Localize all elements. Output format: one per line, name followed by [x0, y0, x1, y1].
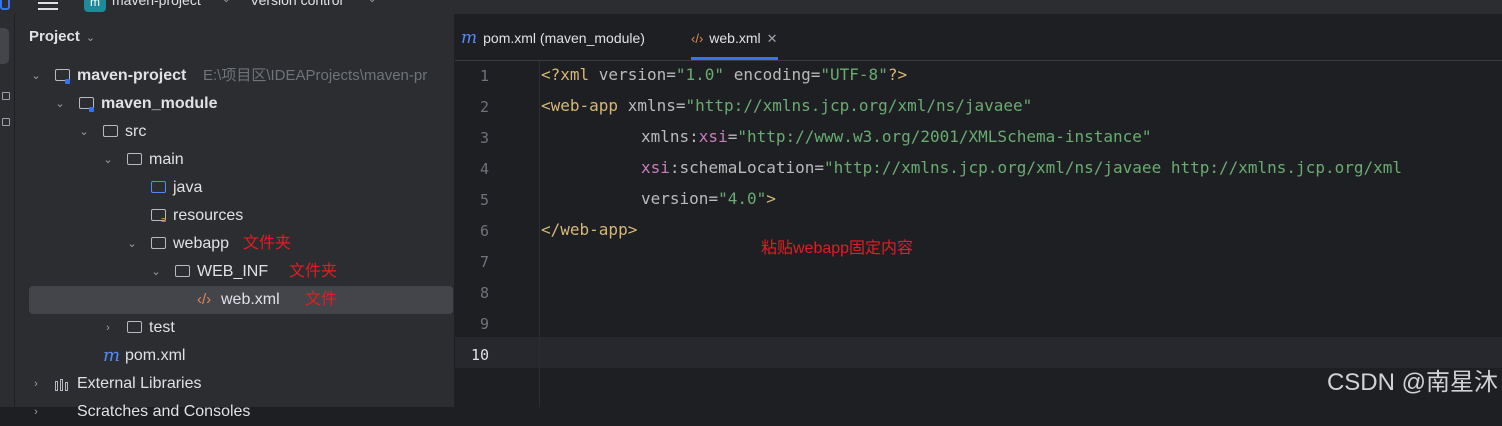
project-tool-button[interactable]	[0, 28, 9, 64]
tree-item-label: test	[149, 319, 175, 336]
maven-file-icon: m	[103, 345, 121, 366]
line-number: 5	[479, 191, 489, 209]
line-number-gutter: 1 2 3 4 5 6 7 8 9 10	[455, 61, 540, 407]
tab-pom-xml[interactable]: m pom.xml (maven_module)	[461, 14, 645, 60]
tool-window-strip	[0, 14, 15, 407]
tree-item-web-xml[interactable]: ‹/› web.xml 文件	[29, 286, 453, 314]
tree-item-java[interactable]: java	[15, 174, 454, 202]
xml-file-icon: ‹/›	[691, 31, 704, 46]
project-badge[interactable]: m	[84, 0, 106, 12]
line-number: 3	[479, 129, 489, 147]
tree-item-test[interactable]: › test	[15, 314, 454, 342]
line-number: 7	[479, 253, 489, 271]
project-panel: Project ⌄ ⌄ maven-project E:\项目区\IDEAProj…	[15, 14, 454, 420]
chevron-right-icon[interactable]: ›	[31, 370, 41, 398]
chevron-down-icon[interactable]: ⌄	[127, 230, 137, 258]
xml-file-icon: ‹/›	[197, 291, 212, 308]
project-path: E:\项目区\IDEAProjects\maven-pr	[203, 67, 428, 84]
folder-icon	[127, 321, 142, 333]
line-number: 2	[479, 98, 489, 116]
version-control-menu[interactable]: Version control	[250, 0, 343, 8]
annotation-folder: 文件夹	[243, 235, 292, 252]
tab-web-xml[interactable]: ‹/› web.xml ✕	[691, 14, 778, 60]
tree-item-label: src	[125, 123, 147, 140]
editor-tab-bar: m pom.xml (maven_module) ‹/› web.xml ✕	[455, 14, 1502, 61]
app-logo-icon	[0, 0, 10, 10]
tree-item-label: WEB_INF	[197, 263, 269, 280]
tree-item-label: External Libraries	[77, 375, 202, 392]
tree-item-label: maven-project	[77, 67, 187, 84]
tree-item-web-inf[interactable]: ⌄ WEB_INF 文件夹	[15, 258, 454, 286]
editor-area: m pom.xml (maven_module) ‹/› web.xml ✕ 1 2 …	[455, 14, 1502, 407]
tree-item-label: Scratches and Consoles	[77, 403, 251, 420]
title-bar: m maven-project ⌄ Version control ⌄	[0, 0, 1502, 14]
tree-item-resources[interactable]: ≡ resources	[15, 202, 454, 230]
folder-icon	[175, 265, 190, 277]
chevron-right-icon[interactable]: ›	[31, 398, 41, 426]
main-menu-icon[interactable]	[38, 0, 58, 14]
module-badge-icon	[89, 107, 94, 112]
chevron-down-icon: ⌄	[85, 32, 96, 44]
tree-item-scratches[interactable]: › Scratches and Consoles	[15, 398, 454, 426]
annotation-paste-content: 粘贴webapp固定内容	[761, 240, 914, 257]
tree-item-src[interactable]: ⌄ src	[15, 118, 454, 146]
chevron-down-icon[interactable]: ⌄	[222, 0, 230, 5]
tree-item-pom-xml[interactable]: m pom.xml	[15, 342, 454, 370]
tree-item-label: webapp	[173, 235, 230, 252]
code-line-4[interactable]: xsi:schemaLocation="http://xmlns.jcp.org…	[641, 152, 1402, 183]
resources-badge-icon: ≡	[161, 215, 167, 225]
commit-tool-icon[interactable]	[2, 92, 10, 100]
watermark: CSDN @南星沐	[1326, 369, 1498, 396]
chevron-down-icon[interactable]: ⌄	[368, 0, 376, 5]
line-number: 1	[479, 67, 489, 85]
tree-item-label: java	[173, 179, 203, 196]
source-folder-icon	[151, 181, 166, 193]
tree-item-label: maven_module	[101, 95, 218, 112]
line-number: 6	[479, 222, 489, 240]
project-panel-title[interactable]: Project ⌄	[29, 28, 95, 45]
library-icon	[55, 379, 70, 391]
tab-label: web.xml	[709, 30, 761, 46]
panel-title-label: Project	[29, 28, 80, 45]
line-number: 4	[479, 160, 489, 178]
close-icon[interactable]: ✕	[767, 31, 778, 46]
maven-file-icon: m	[461, 28, 478, 48]
folder-icon	[103, 125, 118, 137]
tree-item-webapp[interactable]: ⌄ webapp 文件夹	[15, 230, 454, 258]
chevron-right-icon[interactable]: ›	[103, 314, 113, 342]
chevron-down-icon[interactable]: ⌄	[103, 146, 113, 174]
tree-item-main[interactable]: ⌄ main	[15, 146, 454, 174]
tab-label: pom.xml (maven_module)	[483, 30, 645, 46]
chevron-down-icon[interactable]: ⌄	[151, 258, 161, 286]
structure-tool-icon[interactable]	[2, 118, 10, 126]
chevron-down-icon[interactable]: ⌄	[31, 62, 41, 90]
module-badge-icon	[65, 79, 70, 84]
code-line-2[interactable]: <web-app xmlns="http://xmlns.jcp.org/xml…	[541, 90, 1032, 121]
tree-item-label: pom.xml	[125, 347, 186, 364]
code-line-6[interactable]: </web-app>	[541, 214, 637, 245]
tree-item-label: web.xml	[221, 291, 280, 308]
line-number: 8	[479, 284, 489, 302]
project-switcher[interactable]: maven-project	[112, 0, 201, 8]
tree-item-maven-module[interactable]: ⌄ maven_module	[15, 90, 454, 118]
code-line-1[interactable]: <?xml version="1.0" encoding="UTF-8"?>	[541, 59, 907, 90]
tree-item-external-libraries[interactable]: › External Libraries	[15, 370, 454, 398]
chevron-down-icon[interactable]: ⌄	[55, 90, 65, 118]
line-number: 10	[470, 346, 489, 364]
folder-icon	[151, 237, 166, 249]
annotation-file: 文件	[305, 291, 338, 308]
tree-item-label: resources	[173, 207, 244, 224]
tree-item-maven-project[interactable]: ⌄ maven-project E:\项目区\IDEAProjects\mave…	[15, 62, 454, 90]
folder-icon	[127, 153, 142, 165]
code-line-3[interactable]: xmlns:xsi="http://www.w3.org/2001/XMLSch…	[641, 121, 1152, 152]
line-number: 9	[479, 315, 489, 333]
annotation-folder: 文件夹	[289, 263, 338, 280]
tree-item-label: main	[149, 151, 184, 168]
code-line-5[interactable]: version="4.0">	[641, 183, 776, 214]
chevron-down-icon[interactable]: ⌄	[79, 118, 89, 146]
